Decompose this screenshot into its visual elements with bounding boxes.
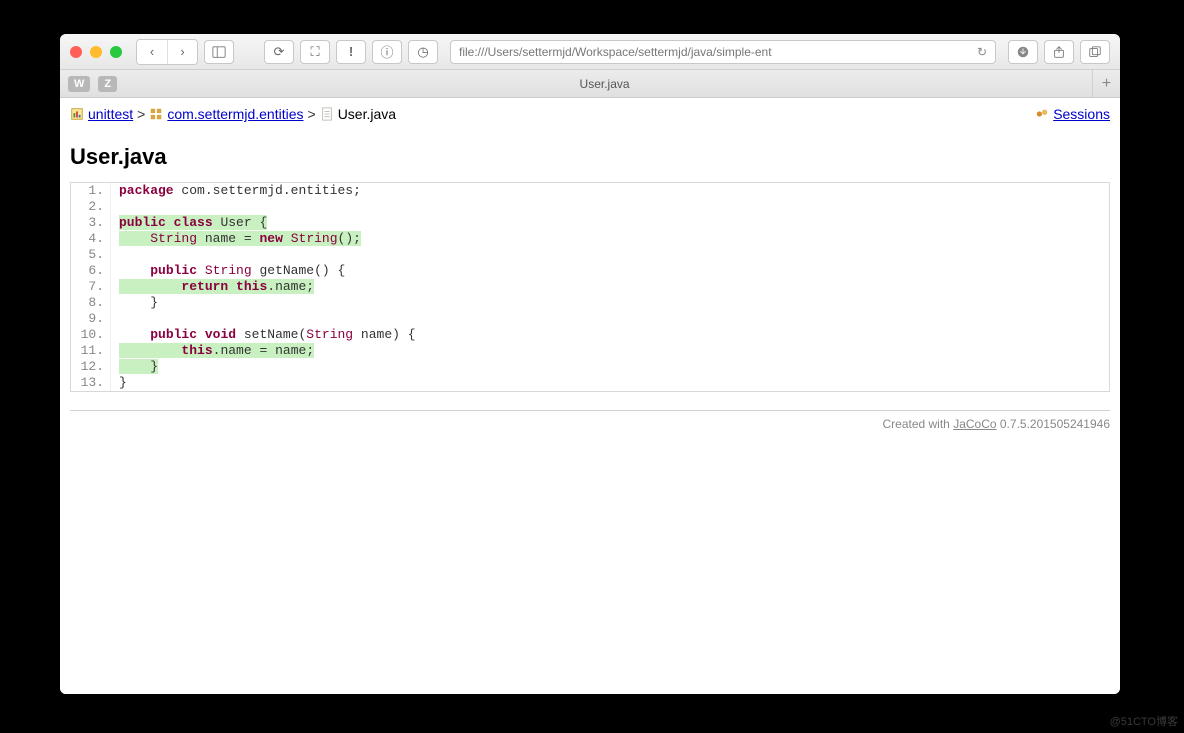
downloads-button[interactable] (1008, 40, 1038, 64)
maximize-window-button[interactable] (110, 46, 122, 58)
file-icon (320, 107, 334, 121)
breadcrumb-package[interactable]: com.settermjd.entities (167, 106, 303, 122)
code-source: public void setName(String name) { (111, 327, 1109, 343)
tab-bar: W Z User.java + (60, 70, 1120, 98)
breadcrumb-sep: > (137, 106, 145, 122)
code-line: 7. return this.name; (71, 279, 1109, 295)
code-line: 1.package com.settermjd.entities; (71, 183, 1109, 199)
tabs-button[interactable] (1080, 40, 1110, 64)
line-number: 2. (71, 199, 111, 215)
window-controls (70, 46, 122, 58)
page-title: User.java (70, 144, 1110, 170)
footer-version: 0.7.5.201505241946 (997, 417, 1110, 431)
url-bar[interactable]: file:///Users/settermjd/Workspace/setter… (450, 40, 996, 64)
alert-button[interactable]: ! (336, 40, 366, 64)
url-text: file:///Users/settermjd/Workspace/setter… (459, 45, 772, 59)
code-source: } (111, 375, 1109, 391)
share-icon (1052, 45, 1066, 59)
line-number: 6. (71, 263, 111, 279)
minimize-window-button[interactable] (90, 46, 102, 58)
report-icon (70, 107, 84, 121)
footer-prefix: Created with (882, 417, 953, 431)
code-line: 3.public class User { (71, 215, 1109, 231)
nav-group: ‹ › (136, 39, 198, 65)
code-line: 4. String name = new String(); (71, 231, 1109, 247)
code-source: public String getName() { (111, 263, 1109, 279)
code-source: this.name = name; (111, 343, 1109, 359)
code-line: 6. public String getName() { (71, 263, 1109, 279)
breadcrumb-file: User.java (338, 106, 396, 122)
line-number: 3. (71, 215, 111, 231)
sessions-icon (1035, 107, 1049, 121)
info-button[interactable]: ⓘ (372, 40, 402, 64)
code-source (111, 247, 1109, 263)
jacoco-link[interactable]: JaCoCo (953, 417, 996, 431)
code-line: 8. } (71, 295, 1109, 311)
watermark: @51CTO博客 (1110, 713, 1178, 729)
pill-w[interactable]: W (68, 76, 90, 92)
code-line: 13.} (71, 375, 1109, 391)
download-icon (1016, 45, 1030, 59)
code-source: return this.name; (111, 279, 1109, 295)
code-source: public class User { (111, 215, 1109, 231)
browser-window: ‹ › ⟳ ⛶ ! ⓘ ◷ file:///Users/settermjd/Wo… (60, 34, 1120, 694)
sidebar-icon (212, 45, 226, 59)
code-line: 11. this.name = name; (71, 343, 1109, 359)
code-source: String name = new String(); (111, 231, 1109, 247)
line-number: 12. (71, 359, 111, 375)
line-number: 9. (71, 311, 111, 327)
page-content: unittest > com.settermjd.entities > User… (60, 98, 1120, 694)
code-source (111, 199, 1109, 215)
code-source: } (111, 359, 1109, 375)
titlebar: ‹ › ⟳ ⛶ ! ⓘ ◷ file:///Users/settermjd/Wo… (60, 34, 1120, 70)
code-line: 12. } (71, 359, 1109, 375)
breadcrumb-sep: > (308, 106, 316, 122)
code-source (111, 311, 1109, 327)
code-line: 9. (71, 311, 1109, 327)
line-number: 11. (71, 343, 111, 359)
line-number: 1. (71, 183, 111, 199)
code-line: 5. (71, 247, 1109, 263)
source-code-block: 1.package com.settermjd.entities;2.3.pub… (70, 182, 1110, 392)
code-line: 10. public void setName(String name) { (71, 327, 1109, 343)
line-number: 13. (71, 375, 111, 391)
sidebar-toggle-button[interactable] (204, 40, 234, 64)
tabs-icon (1088, 45, 1102, 59)
forward-button[interactable]: › (167, 40, 197, 64)
package-icon (149, 107, 163, 121)
breadcrumb: unittest > com.settermjd.entities > User… (70, 104, 1110, 128)
reload-icon[interactable]: ↻ (977, 45, 987, 59)
close-window-button[interactable] (70, 46, 82, 58)
back-button[interactable]: ‹ (137, 40, 167, 64)
line-number: 4. (71, 231, 111, 247)
new-tab-button[interactable]: + (1092, 70, 1120, 97)
sessions-link[interactable]: Sessions (1053, 106, 1110, 122)
tab-title[interactable]: User.java (117, 77, 1092, 91)
pill-z[interactable]: Z (98, 76, 117, 92)
code-source: } (111, 295, 1109, 311)
footer: Created with JaCoCo 0.7.5.201505241946 (70, 410, 1110, 431)
line-number: 5. (71, 247, 111, 263)
share-button[interactable] (1044, 40, 1074, 64)
code-line: 2. (71, 199, 1109, 215)
fullscreen-button[interactable]: ⛶ (300, 40, 330, 64)
clock-button[interactable]: ◷ (408, 40, 438, 64)
line-number: 10. (71, 327, 111, 343)
code-source: package com.settermjd.entities; (111, 183, 1109, 199)
breadcrumb-root[interactable]: unittest (88, 106, 133, 122)
refresh-button[interactable]: ⟳ (264, 40, 294, 64)
line-number: 8. (71, 295, 111, 311)
line-number: 7. (71, 279, 111, 295)
